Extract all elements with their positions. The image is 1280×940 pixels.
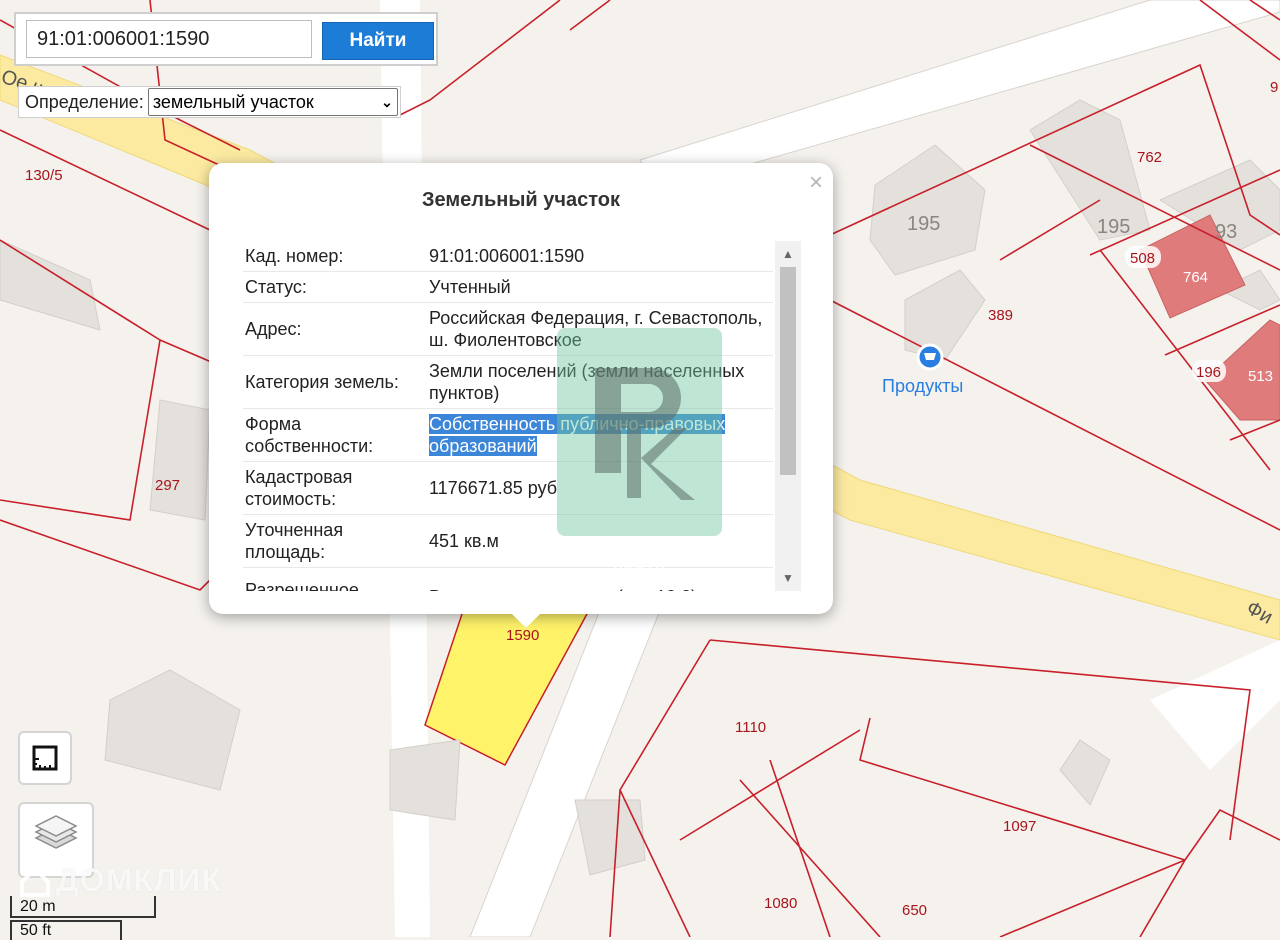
svg-text:130/5: 130/5 [25, 167, 63, 184]
svg-text:650: 650 [902, 902, 927, 919]
svg-text:1590: 1590 [506, 627, 539, 644]
svg-text:297: 297 [155, 477, 180, 494]
svg-text:93: 93 [1215, 221, 1237, 243]
svg-text:513: 513 [1248, 368, 1273, 385]
svg-text:195: 195 [907, 213, 940, 235]
popup-pointer [510, 612, 542, 628]
house-icon [20, 866, 50, 897]
row-label: Статус: [243, 271, 427, 303]
row-label: Кадастровая стоимость: [243, 461, 427, 515]
row-label: Уточненная площадь: [243, 514, 427, 568]
row-label: Категория земель: [243, 355, 427, 409]
poi-label: Продукты [882, 376, 963, 396]
svg-text:764: 764 [1183, 269, 1208, 286]
scale-metric: 20 m [10, 896, 156, 918]
definition-label: Определение: [25, 91, 144, 112]
cadastral-search-input[interactable] [26, 20, 312, 58]
scroll-up-icon[interactable]: ▲ [775, 241, 801, 267]
search-panel: Найти [14, 12, 438, 66]
table-row: Статус: Учтенный [243, 271, 773, 303]
svg-text:195: 195 [1097, 216, 1130, 238]
svg-text:1080: 1080 [764, 895, 797, 912]
row-label: Кад. номер: [243, 241, 427, 272]
scrollbar-thumb[interactable] [780, 267, 796, 475]
svg-text:1097: 1097 [1003, 818, 1036, 835]
row-label: Адрес: [243, 302, 427, 356]
domclick-logo-text: ДОМКЛИК [56, 862, 222, 898]
popup-title: Земельный участок [421, 189, 621, 211]
table-row: Кад. номер: 91:01:006001:1590 [243, 241, 773, 272]
row-label: Форма собственности: [243, 408, 427, 462]
row-value: 91:01:006001:1590 [427, 241, 773, 272]
row-label: Разрешенное [243, 567, 427, 591]
svg-text:196: 196 [1196, 364, 1221, 381]
domclick-logo: ДОМКЛИК [20, 862, 222, 899]
svg-text:389: 389 [988, 307, 1013, 324]
definition-row: Определение: земельный участок ⌄ [18, 86, 401, 118]
ruler-icon [32, 745, 58, 771]
watermark-logo [557, 328, 722, 536]
row-value: Учтенный [427, 271, 773, 303]
search-button[interactable]: Найти [322, 22, 434, 60]
scroll-down-icon[interactable]: ▼ [775, 565, 801, 591]
svg-text:762: 762 [1137, 149, 1162, 166]
definition-selected-value: земельный участок [152, 91, 314, 112]
watermark-rk-mark [595, 368, 695, 500]
definition-select[interactable]: земельный участок ⌄ [147, 88, 398, 116]
parcel-info-popup: × Земельный участок Кад. номер: 91:01:006… [209, 163, 833, 628]
svg-text:508: 508 [1130, 250, 1155, 267]
svg-text:1110: 1110 [735, 719, 766, 736]
popup-scrollbar[interactable]: ▲ ▼ [775, 241, 801, 591]
svg-text:9: 9 [1270, 79, 1278, 96]
chevron-down-icon: ⌄ [381, 93, 393, 110]
scale-imperial: 50 ft [10, 920, 122, 940]
ruler-button[interactable] [18, 731, 72, 785]
watermark-caption: ЦЕНТР [613, 560, 666, 576]
